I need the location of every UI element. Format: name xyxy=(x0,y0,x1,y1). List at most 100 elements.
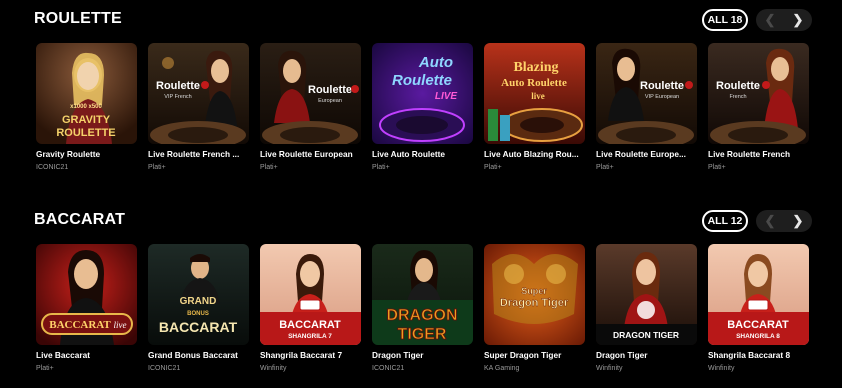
game-art-text: Auto Roulette xyxy=(501,77,567,89)
game-art-text: Roulette xyxy=(716,80,760,92)
game-thumbnail[interactable]: Roulette French xyxy=(708,43,809,144)
game-provider: KA Gaming xyxy=(484,365,520,372)
game-thumbnail[interactable]: BACCARAT SHANGRILA 7 xyxy=(260,244,361,345)
game-card[interactable]: Super Dragon Tiger Super Dragon Tiger KA… xyxy=(484,244,585,384)
carousel-nav: ❮ ❯ xyxy=(756,9,812,31)
game-art-text: Roulette xyxy=(308,84,352,96)
game-card[interactable]: BACCARAT SHANGRILA 8 Shangrila Baccarat … xyxy=(708,244,809,384)
game-title[interactable]: Live Baccarat xyxy=(36,350,144,360)
game-provider: ICONIC21 xyxy=(148,365,181,372)
game-provider: Winfinity xyxy=(708,365,735,372)
game-art-text: Dragon Tiger xyxy=(500,297,569,309)
game-provider: Plati+ xyxy=(484,164,502,171)
game-art-text: Blazing xyxy=(513,60,558,75)
game-card[interactable]: Roulette European Live Roulette European… xyxy=(260,43,361,183)
game-title[interactable]: Live Auto Blazing Rou... xyxy=(484,149,592,159)
game-card[interactable]: Roulette VIP French Live Roulette French… xyxy=(148,43,249,183)
carousel-nav: ❮ ❯ xyxy=(756,210,812,232)
game-art-text: SHANGRILA 8 xyxy=(736,333,780,340)
game-title[interactable]: Dragon Tiger xyxy=(596,350,704,360)
game-thumbnail[interactable]: BACCARAT live xyxy=(36,244,137,345)
game-title[interactable]: Gravity Roulette xyxy=(36,149,144,159)
game-title[interactable]: Live Roulette French ... xyxy=(148,149,256,159)
game-art-text: DRAGON xyxy=(386,307,457,324)
game-thumbnail[interactable]: Super Dragon Tiger xyxy=(484,244,585,345)
game-card[interactable]: DRAGON TIGER Dragon Tiger Winfinity xyxy=(596,244,697,384)
game-title[interactable]: Grand Bonus Baccarat xyxy=(148,350,256,360)
game-card[interactable]: BACCARAT live Live Baccarat Plati+ xyxy=(36,244,137,384)
all-roulette-button[interactable]: ALL 18 xyxy=(702,9,748,31)
chevron-right-icon[interactable]: ❯ xyxy=(784,9,812,31)
roulette-section: ROULETTE ALL 18 ❮ ❯ GRAVITY ROULETTE x10… xyxy=(0,0,842,171)
game-art-text: BACCARAT xyxy=(49,319,111,331)
game-title[interactable]: Shangrila Baccarat 7 xyxy=(260,350,368,360)
game-art-text: Auto xyxy=(418,54,453,71)
baccarat-section: BACCARAT ALL 12 ❮ ❯ BACCARAT live Live B… xyxy=(0,201,842,372)
game-thumbnail[interactable]: DRAGON TIGER xyxy=(372,244,473,345)
game-thumbnail[interactable]: Roulette European xyxy=(260,43,361,144)
game-art-text: live xyxy=(531,91,545,101)
game-thumbnail[interactable]: BACCARAT SHANGRILA 8 xyxy=(708,244,809,345)
game-art-text: ROULETTE xyxy=(56,127,115,139)
game-provider: ICONIC21 xyxy=(372,365,405,372)
game-art-text: BONUS xyxy=(187,311,209,317)
game-thumbnail[interactable]: DRAGON TIGER xyxy=(596,244,697,345)
game-card[interactable]: DRAGON TIGER Dragon Tiger ICONIC21 xyxy=(372,244,473,384)
section-title: ROULETTE xyxy=(34,10,122,27)
game-thumbnail[interactable]: Blazing Auto Roulette live xyxy=(484,43,585,144)
game-thumbnail[interactable]: Roulette VIP European xyxy=(596,43,697,144)
game-thumbnail[interactable]: Roulette VIP French xyxy=(148,43,249,144)
game-card[interactable]: Auto Roulette LIVE Live Auto Roulette Pl… xyxy=(372,43,473,183)
game-art-text: BACCARAT xyxy=(727,319,789,331)
game-art-text: Roulette xyxy=(640,80,684,92)
game-art-text: European xyxy=(318,98,342,104)
game-card[interactable]: GRAND BONUS BACCARAT Grand Bonus Baccara… xyxy=(148,244,249,384)
section-header: ROULETTE ALL 18 ❮ ❯ xyxy=(0,0,842,40)
game-provider: ICONIC21 xyxy=(36,164,69,171)
game-provider: Plati+ xyxy=(372,164,390,171)
game-card[interactable]: Roulette VIP European Live Roulette Euro… xyxy=(596,43,697,183)
game-art-text: BACCARAT xyxy=(159,319,238,335)
game-card[interactable]: BACCARAT SHANGRILA 7 Shangrila Baccarat … xyxy=(260,244,361,384)
game-title[interactable]: Live Roulette Europe... xyxy=(596,149,704,159)
game-title[interactable]: Live Auto Roulette xyxy=(372,149,480,159)
section-header: BACCARAT ALL 12 ❮ ❯ xyxy=(0,201,842,241)
game-art-text: BACCARAT xyxy=(279,319,341,331)
game-title[interactable]: Shangrila Baccarat 8 xyxy=(708,350,816,360)
all-baccarat-button[interactable]: ALL 12 xyxy=(702,210,748,232)
chevron-left-icon[interactable]: ❮ xyxy=(756,9,784,31)
game-card[interactable]: GRAVITY ROULETTE x1000 x500 Gravity Roul… xyxy=(36,43,137,183)
game-provider: Plati+ xyxy=(596,164,614,171)
game-title[interactable]: Live Roulette European xyxy=(260,149,368,159)
game-title[interactable]: Dragon Tiger xyxy=(372,350,480,360)
baccarat-game-list: BACCARAT live Live Baccarat Plati+ GRAND… xyxy=(36,244,816,384)
game-card[interactable]: Blazing Auto Roulette live Live Auto Bla… xyxy=(484,43,585,183)
chevron-right-icon[interactable]: ❯ xyxy=(784,210,812,232)
game-art-text: Roulette xyxy=(392,72,452,89)
game-title[interactable]: Live Roulette French xyxy=(708,149,816,159)
game-art-text: Roulette xyxy=(156,80,200,92)
game-art-text: live xyxy=(114,320,127,330)
game-art-text: French xyxy=(729,94,746,100)
game-art-text: TIGER xyxy=(398,326,447,343)
game-thumbnail[interactable]: Auto Roulette LIVE xyxy=(372,43,473,144)
game-art-text: x1000 x500 xyxy=(70,104,102,110)
game-thumbnail[interactable]: GRAVITY ROULETTE x1000 x500 xyxy=(36,43,137,144)
game-provider: Plati+ xyxy=(148,164,166,171)
section-title: BACCARAT xyxy=(34,211,126,228)
game-provider: Plati+ xyxy=(260,164,278,171)
game-art-text: LIVE xyxy=(435,91,458,102)
game-art-text: GRAND xyxy=(180,296,217,307)
game-provider: Winfinity xyxy=(596,365,623,372)
game-title[interactable]: Super Dragon Tiger xyxy=(484,350,592,360)
game-art-text: DRAGON TIGER xyxy=(613,330,679,340)
game-art-text: GRAVITY xyxy=(62,114,111,126)
game-art-text: VIP European xyxy=(645,94,679,100)
chevron-left-icon[interactable]: ❮ xyxy=(756,210,784,232)
game-art-text: VIP French xyxy=(164,94,191,100)
game-thumbnail[interactable]: GRAND BONUS BACCARAT xyxy=(148,244,249,345)
game-art-text: Super xyxy=(521,286,547,296)
roulette-game-list: GRAVITY ROULETTE x1000 x500 Gravity Roul… xyxy=(36,43,816,183)
game-provider: Plati+ xyxy=(708,164,726,171)
game-card[interactable]: Roulette French Live Roulette French Pla… xyxy=(708,43,809,183)
